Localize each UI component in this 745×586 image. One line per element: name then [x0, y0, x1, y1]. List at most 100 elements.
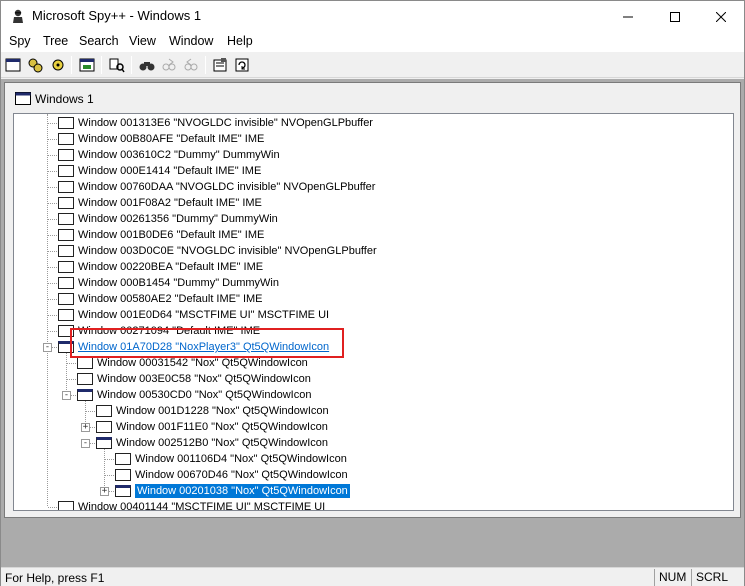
- tree-guide-line: [48, 171, 57, 172]
- tree-row-label[interactable]: Window 00530CD0 "Nox" Qt5QWindowIcon: [97, 388, 311, 402]
- tree-row[interactable]: Window 00760DAA "NVOGLDC invisible" NVOp…: [14, 179, 733, 195]
- find-next-button[interactable]: [159, 55, 179, 75]
- messages-button[interactable]: [77, 55, 97, 75]
- tree-row-label[interactable]: Window 001106D4 "Nox" Qt5QWindowIcon: [135, 452, 347, 466]
- tree-row[interactable]: Window 003E0C58 "Nox" Qt5QWindowIcon: [14, 371, 733, 387]
- tree-row[interactable]: - Window 00530CD0 "Nox" Qt5QWindowIcon: [14, 387, 733, 403]
- toolbar: [1, 52, 744, 78]
- scroll-lock-indicator: SCRL: [691, 569, 731, 586]
- window-node-icon: [115, 485, 131, 497]
- tree-row-label[interactable]: Window 00261356 "Dummy" DummyWin: [78, 212, 278, 226]
- tree-guide-line: [86, 411, 95, 412]
- expand-icon[interactable]: +: [100, 487, 109, 496]
- tree-row-label[interactable]: Window 001B0DE6 "Default IME" IME: [78, 228, 264, 242]
- window-node-icon: [77, 389, 93, 401]
- processes-button[interactable]: [25, 55, 45, 75]
- log-messages-button[interactable]: [107, 55, 127, 75]
- collapse-icon[interactable]: -: [81, 439, 90, 448]
- tree-row-label[interactable]: Window 001313E6 "NVOGLDC invisible" NVOp…: [78, 116, 373, 130]
- find-window-icon: [139, 62, 155, 71]
- tree-row[interactable]: Window 00580AE2 "Default IME" IME: [14, 291, 733, 307]
- windows-button[interactable]: [3, 55, 23, 75]
- title-bar[interactable]: Microsoft Spy++ - Windows 1: [1, 1, 744, 32]
- tree-row-label[interactable]: Window 001D1228 "Nox" Qt5QWindowIcon: [116, 404, 329, 418]
- tree-row[interactable]: Window 00261356 "Dummy" DummyWin: [14, 211, 733, 227]
- tree-row[interactable]: Window 00B80AFE "Default IME" IME: [14, 131, 733, 147]
- child-title-bar[interactable]: Windows 1: [5, 83, 740, 113]
- menu-search[interactable]: Search: [79, 34, 119, 48]
- window-node-icon: [58, 197, 74, 209]
- tree-row[interactable]: - Window 002512B0 "Nox" Qt5QWindowIcon: [14, 435, 733, 451]
- mdi-client-area: Windows 1 Window 001313E6 "NVOGLDC invis…: [1, 79, 744, 567]
- window-node-icon: [77, 357, 93, 369]
- spy-app-icon: [13, 9, 23, 23]
- tree-row[interactable]: Window 003D0C0E "NVOGLDC invisible" NVOp…: [14, 243, 733, 259]
- tree-row-label[interactable]: Window 00B80AFE "Default IME" IME: [78, 132, 264, 146]
- child-title: Windows 1: [35, 92, 94, 106]
- tree-row[interactable]: Window 001313E6 "NVOGLDC invisible" NVOp…: [14, 115, 733, 131]
- close-button[interactable]: [698, 1, 744, 32]
- tree-row-label[interactable]: Window 002512B0 "Nox" Qt5QWindowIcon: [116, 436, 328, 450]
- tree-row[interactable]: Window 000B1454 "Dummy" DummyWin: [14, 275, 733, 291]
- tree-row[interactable]: Window 001D1228 "Nox" Qt5QWindowIcon: [14, 403, 733, 419]
- tree-guide-line: [48, 203, 57, 204]
- window-node-icon: [58, 165, 74, 177]
- tree-row[interactable]: Window 001E0D64 "MSCTFIME UI" MSCTFIME U…: [14, 307, 733, 323]
- num-lock-indicator: NUM: [654, 569, 692, 586]
- tree-guide-line: [67, 363, 76, 364]
- menu-spy[interactable]: Spy: [9, 34, 31, 48]
- window-node-icon: [58, 309, 74, 321]
- tree-row-label[interactable]: Window 001F11E0 "Nox" Qt5QWindowIcon: [116, 420, 328, 434]
- menu-tree[interactable]: Tree: [43, 34, 68, 48]
- tree-row-label[interactable]: Window 003610C2 "Dummy" DummyWin: [78, 148, 280, 162]
- properties-button[interactable]: [210, 55, 230, 75]
- tree-row[interactable]: Window 001B0DE6 "Default IME" IME: [14, 227, 733, 243]
- tree-row[interactable]: + Window 00201038 "Nox" Qt5QWindowIcon: [14, 483, 733, 499]
- window-title: Microsoft Spy++ - Windows 1: [32, 8, 202, 23]
- tree-row-label[interactable]: Window 00580AE2 "Default IME" IME: [78, 292, 263, 306]
- tree-row[interactable]: Window 00670D46 "Nox" Qt5QWindowIcon: [14, 467, 733, 483]
- refresh-button[interactable]: [232, 55, 252, 75]
- tree-row-label[interactable]: Window 003E0C58 "Nox" Qt5QWindowIcon: [97, 372, 311, 386]
- collapse-icon[interactable]: -: [62, 391, 71, 400]
- find-window-button[interactable]: [137, 55, 157, 75]
- menu-window[interactable]: Window: [169, 34, 213, 48]
- expand-icon[interactable]: +: [81, 423, 90, 432]
- tree-row-label[interactable]: Window 00670D46 "Nox" Qt5QWindowIcon: [135, 468, 348, 482]
- window-node-icon: [58, 149, 74, 161]
- tree-guide-line: [48, 299, 57, 300]
- tree-row[interactable]: Window 00401144 "MSCTFIME UI" MSCTFIME U…: [14, 499, 733, 510]
- tree-row[interactable]: Window 001106D4 "Nox" Qt5QWindowIcon: [14, 451, 733, 467]
- tree-row-label[interactable]: Window 00401144 "MSCTFIME UI" MSCTFIME U…: [78, 500, 325, 510]
- toolbar-separator: [101, 56, 102, 74]
- menu-view[interactable]: View: [129, 34, 156, 48]
- tree-row-label[interactable]: Window 00201038 "Nox" Qt5QWindowIcon: [135, 484, 350, 498]
- tree-row-label[interactable]: Window 001F08A2 "Default IME" IME: [78, 196, 262, 210]
- tree-row-label[interactable]: Window 000B1454 "Dummy" DummyWin: [78, 276, 279, 290]
- window-node-icon: [96, 421, 112, 433]
- tree-guide-line: [48, 331, 57, 332]
- tree-row-label[interactable]: Window 000E1414 "Default IME" IME: [78, 164, 261, 178]
- minimize-button[interactable]: [605, 1, 651, 32]
- toolbar-separator: [131, 56, 132, 74]
- tree-row[interactable]: + Window 001F11E0 "Nox" Qt5QWindowIcon: [14, 419, 733, 435]
- threads-button[interactable]: [48, 55, 68, 75]
- minimize-icon: [623, 16, 633, 17]
- tree-row[interactable]: Window 003610C2 "Dummy" DummyWin: [14, 147, 733, 163]
- tree-row[interactable]: Window 00220BEA "Default IME" IME: [14, 259, 733, 275]
- menu-help[interactable]: Help: [227, 34, 253, 48]
- tree-row[interactable]: Window 001F08A2 "Default IME" IME: [14, 195, 733, 211]
- tree-row-label[interactable]: Window 003D0C0E "NVOGLDC invisible" NVOp…: [78, 244, 377, 258]
- window-node-icon: [115, 469, 131, 481]
- tree-guide-line: [48, 139, 57, 140]
- tree-row-label[interactable]: Window 00760DAA "NVOGLDC invisible" NVOp…: [78, 180, 375, 194]
- tree-row[interactable]: Window 000E1414 "Default IME" IME: [14, 163, 733, 179]
- tree-row-label[interactable]: Window 00031542 "Nox" Qt5QWindowIcon: [97, 356, 308, 370]
- find-prev-button[interactable]: [181, 55, 201, 75]
- tree-row-label[interactable]: Window 00220BEA "Default IME" IME: [78, 260, 263, 274]
- collapse-icon[interactable]: -: [43, 343, 52, 352]
- window-tree[interactable]: Window 001313E6 "NVOGLDC invisible" NVOp…: [13, 113, 734, 511]
- maximize-button[interactable]: [652, 1, 698, 32]
- child-window-icon: [15, 92, 31, 105]
- tree-row-label[interactable]: Window 001E0D64 "MSCTFIME UI" MSCTFIME U…: [78, 308, 329, 322]
